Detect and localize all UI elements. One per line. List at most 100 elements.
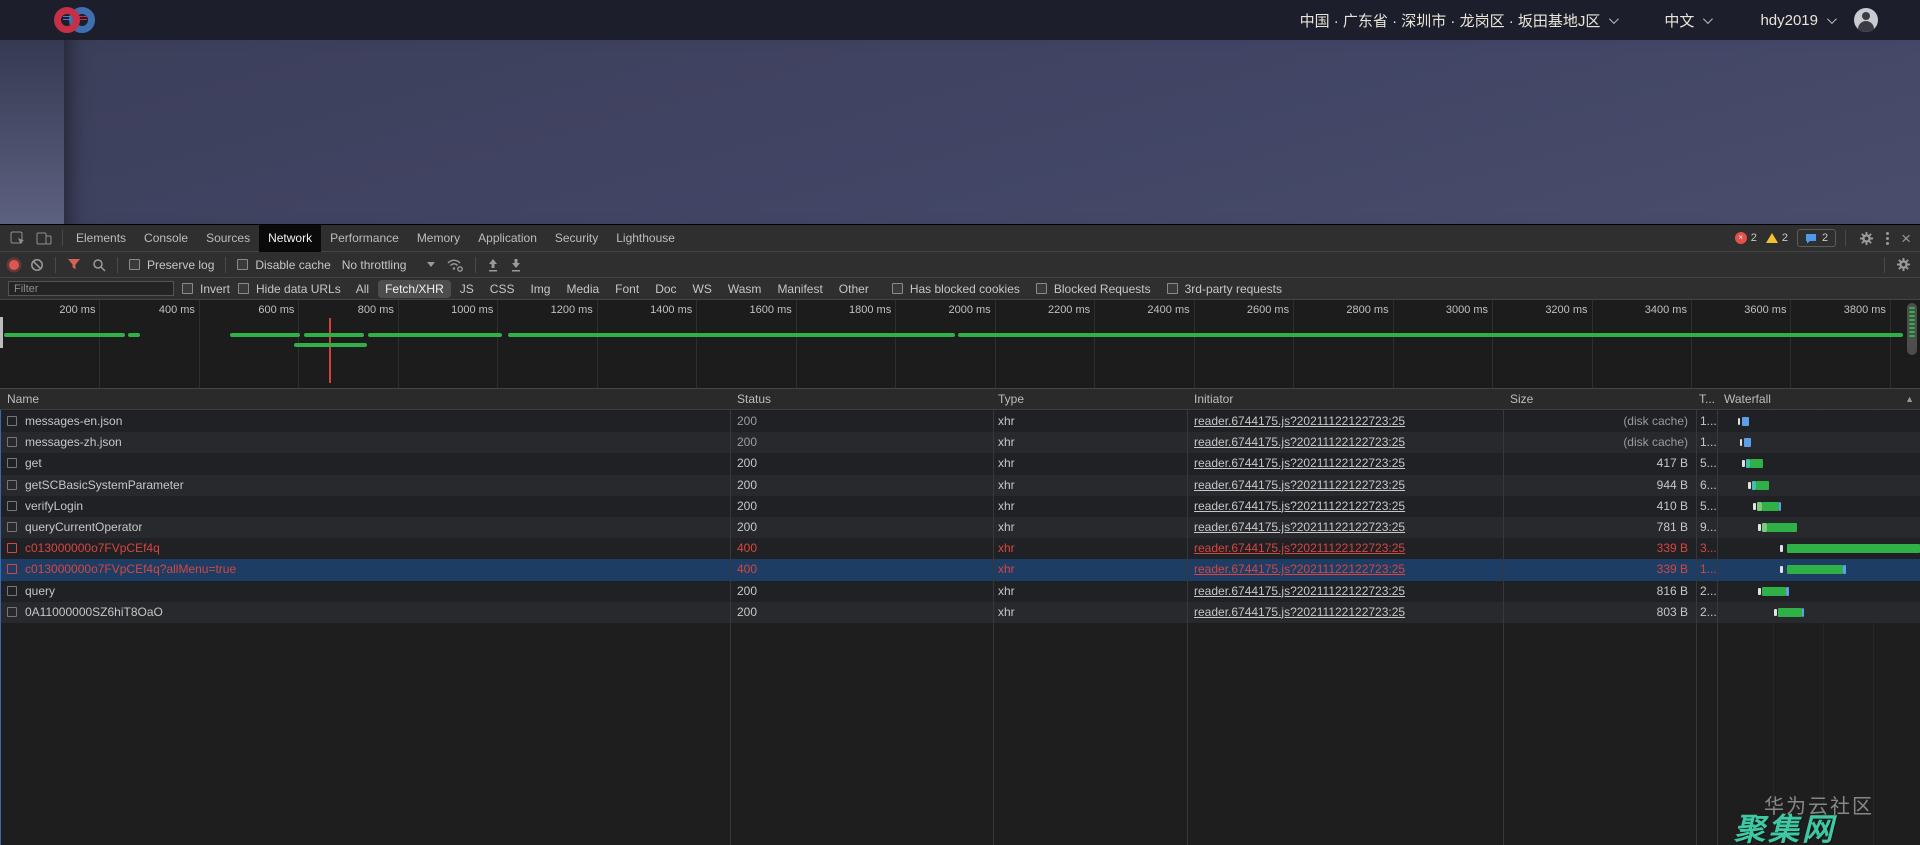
initiator-link[interactable]: reader.6744175.js?20211122122723:25 bbox=[1194, 559, 1494, 580]
table-row[interactable]: get200xhrreader.6744175.js?2021112212272… bbox=[0, 453, 1920, 474]
location-selector[interactable]: 中国 · 广东省 · 深圳市 · 龙岗区 · 坂田基地J区 bbox=[1300, 10, 1617, 31]
hide-data-urls-checkbox[interactable] bbox=[238, 283, 249, 294]
blocked-requests-checkbox[interactable] bbox=[1036, 283, 1047, 294]
table-row[interactable]: queryCurrentOperator200xhrreader.6744175… bbox=[0, 517, 1920, 538]
filter-type-ws[interactable]: WS bbox=[686, 280, 719, 298]
disable-cache-control[interactable]: Disable cache bbox=[237, 258, 330, 272]
table-row[interactable]: 0A11000000SZ6hiT8OaO200xhrreader.6744175… bbox=[0, 602, 1920, 623]
filter-type-img[interactable]: Img bbox=[523, 280, 557, 298]
request-checkbox[interactable] bbox=[7, 480, 17, 490]
initiator-link[interactable]: reader.6744175.js?20211122122723:25 bbox=[1194, 538, 1494, 559]
disable-cache-checkbox[interactable] bbox=[237, 259, 248, 270]
request-checkbox[interactable] bbox=[7, 501, 17, 511]
user-menu[interactable]: hdy2019 bbox=[1760, 12, 1834, 29]
request-size: 816 B bbox=[1503, 581, 1688, 602]
third-party-requests-control[interactable]: 3rd-party requests bbox=[1167, 282, 1282, 296]
has-blocked-cookies-checkbox[interactable] bbox=[892, 283, 903, 294]
import-har-icon[interactable] bbox=[487, 258, 499, 272]
filter-type-other[interactable]: Other bbox=[832, 280, 876, 298]
tab-security[interactable]: Security bbox=[546, 225, 607, 252]
filter-type-css[interactable]: CSS bbox=[483, 280, 522, 298]
more-options-icon[interactable] bbox=[1883, 232, 1892, 245]
tab-sources[interactable]: Sources bbox=[197, 225, 259, 252]
table-row[interactable]: query200xhrreader.6744175.js?20211122122… bbox=[0, 581, 1920, 602]
network-conditions-icon[interactable] bbox=[446, 258, 464, 272]
throttling-dropdown[interactable]: No throttling bbox=[342, 258, 436, 272]
tab-memory[interactable]: Memory bbox=[408, 225, 469, 252]
tab-console[interactable]: Console bbox=[135, 225, 197, 252]
issues-badge[interactable]: 2 bbox=[1797, 229, 1836, 247]
preserve-log-control[interactable]: Preserve log bbox=[129, 258, 214, 272]
table-row[interactable]: c013000000o7FVpCEf4q400xhrreader.6744175… bbox=[0, 538, 1920, 559]
settings-gear-icon[interactable] bbox=[1859, 231, 1874, 246]
table-row[interactable]: c013000000o7FVpCEf4q?allMenu=true400xhrr… bbox=[0, 559, 1920, 580]
hide-data-urls-control[interactable]: Hide data URLs bbox=[238, 282, 341, 296]
filter-type-js[interactable]: JS bbox=[453, 280, 481, 298]
error-badge[interactable]: × 2 bbox=[1735, 232, 1757, 244]
initiator-link[interactable]: reader.6744175.js?20211122122723:25 bbox=[1194, 411, 1494, 432]
tab-lighthouse[interactable]: Lighthouse bbox=[607, 225, 684, 252]
search-icon[interactable] bbox=[92, 258, 106, 272]
inspect-element-icon[interactable] bbox=[10, 231, 26, 246]
tab-elements[interactable]: Elements bbox=[67, 225, 135, 252]
sort-ascending-icon[interactable]: ▲ bbox=[1905, 389, 1914, 410]
initiator-link[interactable]: reader.6744175.js?20211122122723:25 bbox=[1194, 453, 1494, 474]
tab-network[interactable]: Network bbox=[259, 225, 321, 252]
filter-type-manifest[interactable]: Manifest bbox=[770, 280, 829, 298]
has-blocked-cookies-control[interactable]: Has blocked cookies bbox=[892, 282, 1020, 296]
network-overview-timeline[interactable]: 200 ms400 ms600 ms800 ms1000 ms1200 ms14… bbox=[0, 300, 1920, 389]
vertical-scrollbar-thumb[interactable] bbox=[1907, 303, 1917, 355]
column-header-type[interactable]: Type bbox=[998, 389, 1024, 410]
blocked-requests-control[interactable]: Blocked Requests bbox=[1036, 282, 1151, 296]
initiator-link[interactable]: reader.6744175.js?20211122122723:25 bbox=[1194, 581, 1494, 602]
filter-type-font[interactable]: Font bbox=[608, 280, 646, 298]
tab-application[interactable]: Application bbox=[469, 225, 546, 252]
column-header-size[interactable]: Size bbox=[1510, 389, 1533, 410]
table-row[interactable]: messages-zh.json200xhrreader.6744175.js?… bbox=[0, 432, 1920, 453]
clear-network-log-icon[interactable] bbox=[30, 258, 44, 272]
request-checkbox[interactable] bbox=[7, 458, 17, 468]
invert-checkbox[interactable] bbox=[182, 283, 193, 294]
initiator-link[interactable]: reader.6744175.js?20211122122723:25 bbox=[1194, 517, 1494, 538]
column-header-t[interactable]: T... bbox=[1699, 389, 1715, 410]
tab-performance[interactable]: Performance bbox=[321, 225, 408, 252]
preserve-log-checkbox[interactable] bbox=[129, 259, 140, 270]
request-checkbox[interactable] bbox=[7, 586, 17, 596]
table-row[interactable]: getSCBasicSystemParameter200xhrreader.67… bbox=[0, 475, 1920, 496]
third-party-requests-checkbox[interactable] bbox=[1167, 283, 1178, 294]
network-settings-gear-icon[interactable] bbox=[1896, 257, 1911, 272]
export-har-icon[interactable] bbox=[510, 258, 522, 272]
column-header-initiator[interactable]: Initiator bbox=[1194, 389, 1233, 410]
invert-control[interactable]: Invert bbox=[182, 282, 230, 296]
table-row[interactable]: messages-en.json200xhrreader.6744175.js?… bbox=[0, 411, 1920, 432]
request-checkbox[interactable] bbox=[7, 543, 17, 553]
filter-input[interactable] bbox=[8, 281, 174, 296]
table-row[interactable]: verifyLogin200xhrreader.6744175.js?20211… bbox=[0, 496, 1920, 517]
device-toolbar-icon[interactable] bbox=[36, 231, 52, 246]
column-header-waterfall[interactable]: Waterfall bbox=[1724, 389, 1771, 410]
record-network-log-icon[interactable] bbox=[9, 260, 19, 270]
filter-type-media[interactable]: Media bbox=[559, 280, 606, 298]
overview-brush-handle[interactable] bbox=[0, 317, 3, 348]
request-checkbox[interactable] bbox=[7, 522, 17, 532]
initiator-link[interactable]: reader.6744175.js?20211122122723:25 bbox=[1194, 432, 1494, 453]
filter-funnel-icon[interactable] bbox=[67, 258, 81, 271]
initiator-link[interactable]: reader.6744175.js?20211122122723:25 bbox=[1194, 475, 1494, 496]
avatar[interactable] bbox=[1854, 8, 1878, 32]
warning-badge[interactable]: 2 bbox=[1766, 232, 1788, 244]
initiator-link[interactable]: reader.6744175.js?20211122122723:25 bbox=[1194, 602, 1494, 623]
request-checkbox[interactable] bbox=[7, 564, 17, 574]
initiator-link[interactable]: reader.6744175.js?20211122122723:25 bbox=[1194, 496, 1494, 517]
close-devtools-icon[interactable]: × bbox=[1901, 230, 1911, 247]
column-header-status[interactable]: Status bbox=[737, 389, 771, 410]
filter-type-all[interactable]: All bbox=[349, 280, 376, 298]
filter-type-doc[interactable]: Doc bbox=[648, 280, 683, 298]
request-checkbox[interactable] bbox=[7, 437, 17, 447]
request-checkbox[interactable] bbox=[7, 607, 17, 617]
filter-type-fetch-xhr[interactable]: Fetch/XHR bbox=[378, 280, 451, 298]
column-header-name[interactable]: Name bbox=[7, 389, 39, 410]
language-selector[interactable]: 中文 bbox=[1664, 10, 1710, 31]
filter-type-wasm[interactable]: Wasm bbox=[721, 280, 769, 298]
brand-logo-icon[interactable] bbox=[54, 4, 96, 36]
request-checkbox[interactable] bbox=[7, 416, 17, 426]
